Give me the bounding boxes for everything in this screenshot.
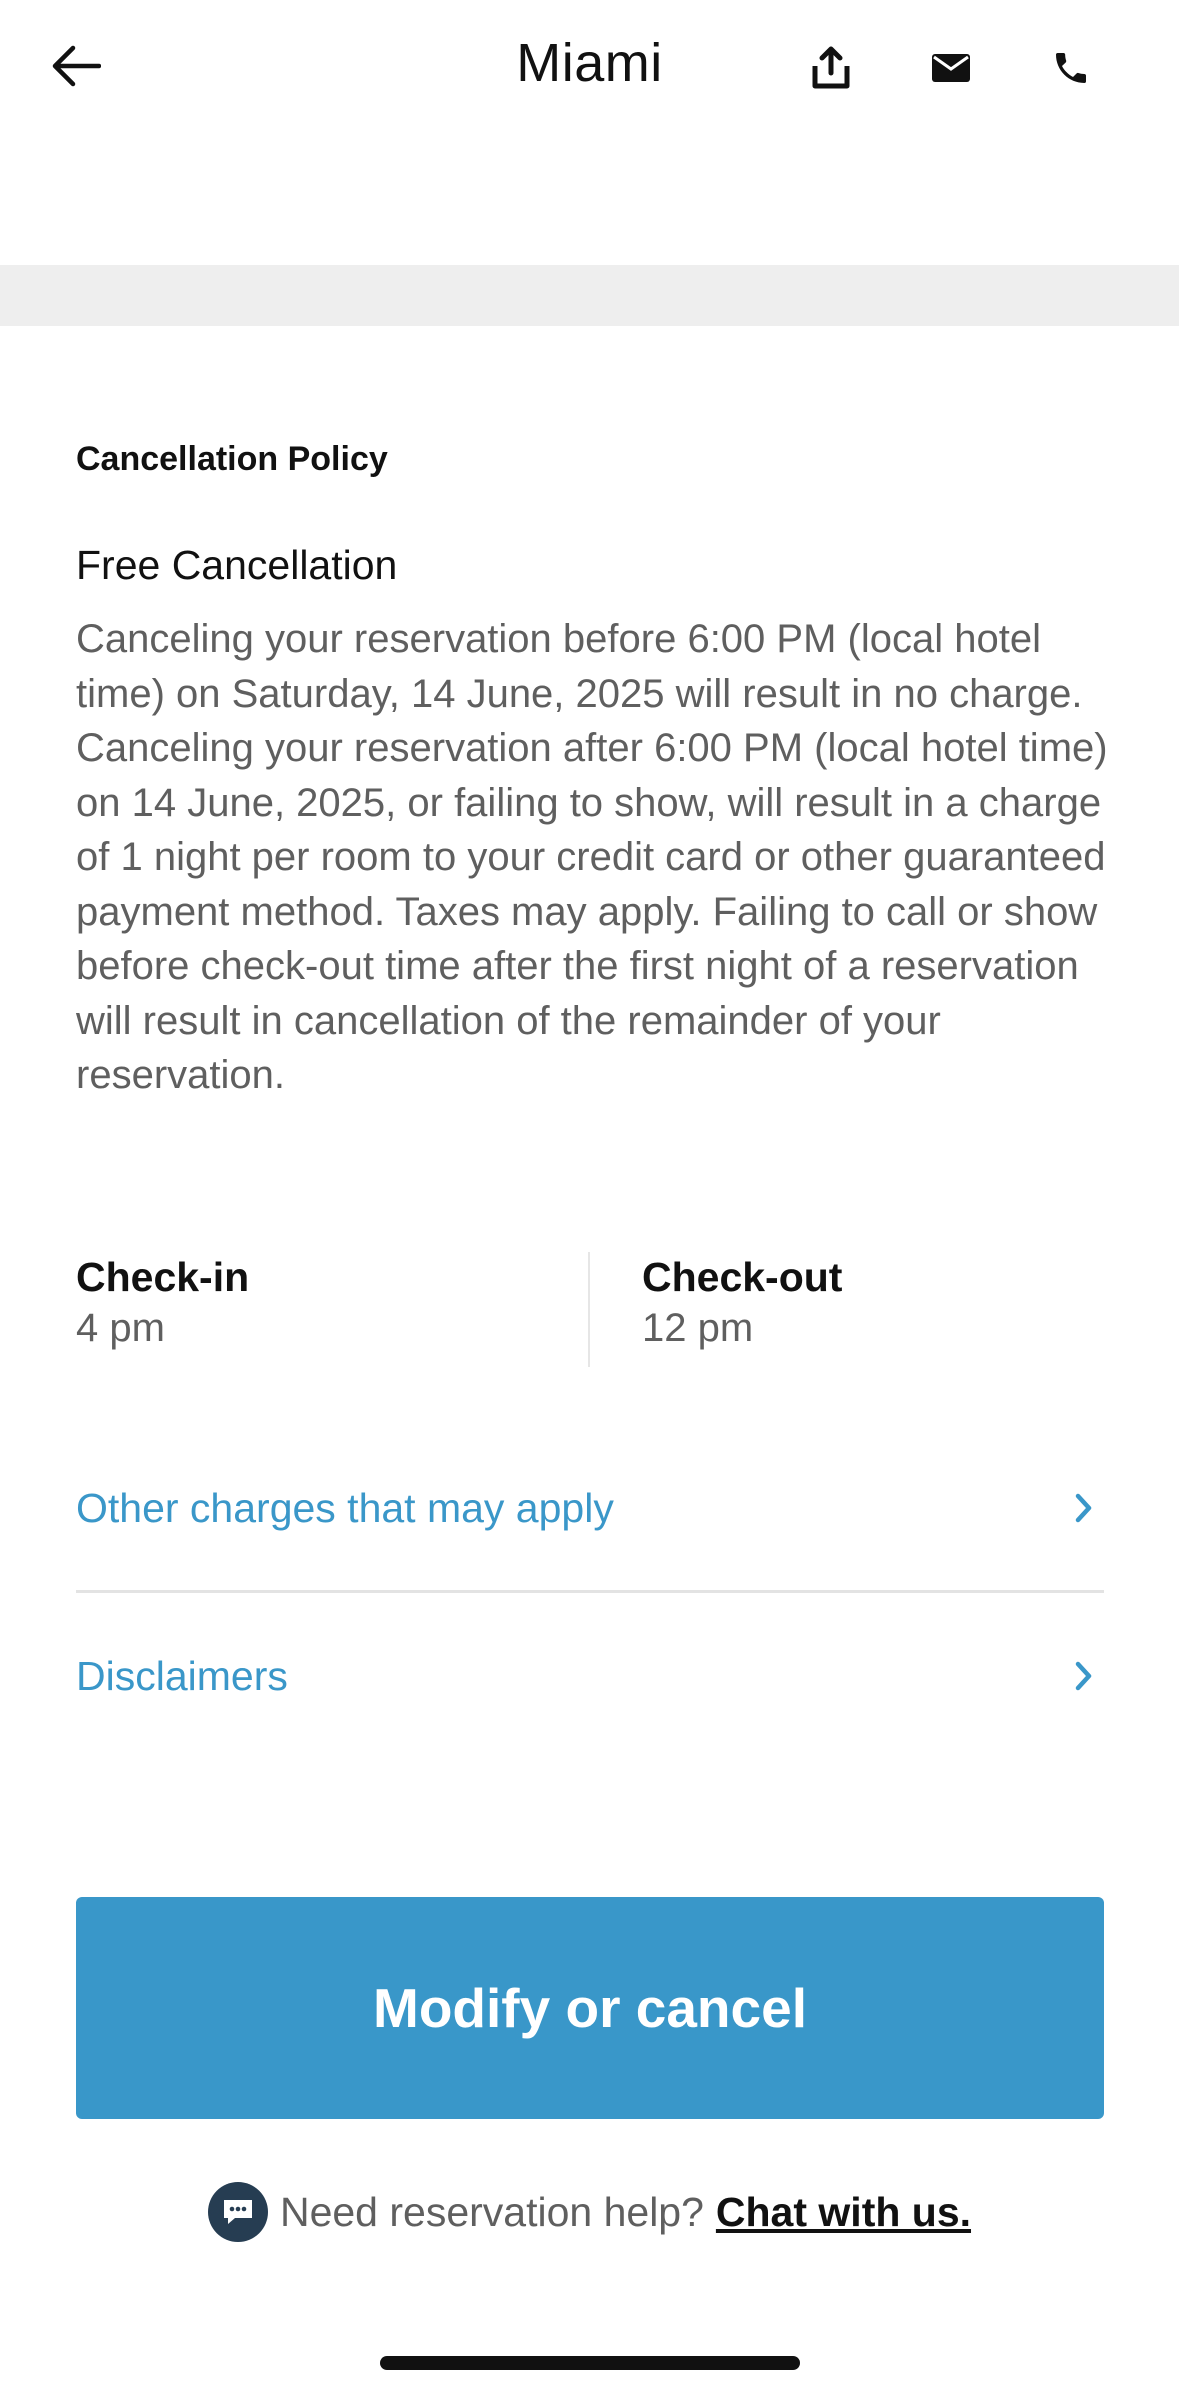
check-in-block: Check-in 4 pm	[76, 1252, 249, 1354]
home-indicator[interactable]	[380, 2356, 800, 2370]
modify-or-cancel-label: Modify or cancel	[373, 1977, 807, 2039]
top-nav-bar: Miami	[0, 0, 1179, 135]
chat-with-us-link[interactable]: Chat with us.	[716, 2189, 971, 2236]
phone-icon	[1056, 53, 1086, 83]
other-charges-link[interactable]: Other charges that may apply	[76, 1485, 614, 1532]
chat-bubble-icon[interactable]	[207, 2182, 268, 2242]
chevron-right-icon	[1064, 1656, 1104, 1696]
check-times-divider	[588, 1252, 590, 1367]
other-charges-row[interactable]: Other charges that may apply	[76, 1463, 1104, 1553]
check-out-time: 12 pm	[642, 1306, 754, 1350]
email-button[interactable]	[923, 40, 979, 96]
section-divider-band	[0, 265, 1179, 326]
link-row-divider	[76, 1590, 1104, 1593]
share-button[interactable]	[803, 40, 859, 96]
cancellation-policy-text: Canceling your reservation before 6:00 P…	[76, 617, 1108, 1097]
mail-icon	[932, 54, 970, 82]
reservation-policy-screen: Miami Cancellation Policy Free Cancellat…	[0, 0, 1179, 2396]
reservation-help-row: Need reservation help? Chat with us.	[0, 2180, 1179, 2244]
modify-or-cancel-button[interactable]: Modify or cancel	[76, 1897, 1104, 2119]
check-out-block: Check-out 12 pm	[642, 1252, 842, 1354]
page-title: Miami	[516, 33, 663, 93]
disclaimers-link[interactable]: Disclaimers	[76, 1653, 288, 1700]
help-prompt-text: Need reservation help?	[279, 2188, 704, 2235]
disclaimers-row[interactable]: Disclaimers	[76, 1631, 1104, 1721]
cancellation-policy-heading: Cancellation Policy	[76, 440, 388, 478]
chevron-right-icon	[1064, 1488, 1104, 1528]
share-icon	[812, 46, 850, 89]
check-out-label: Check-out	[642, 1254, 843, 1300]
check-in-time: 4 pm	[76, 1306, 165, 1350]
free-cancellation-title: Free Cancellation	[76, 542, 398, 588]
check-in-label: Check-in	[76, 1254, 250, 1300]
call-button[interactable]	[1043, 40, 1099, 96]
